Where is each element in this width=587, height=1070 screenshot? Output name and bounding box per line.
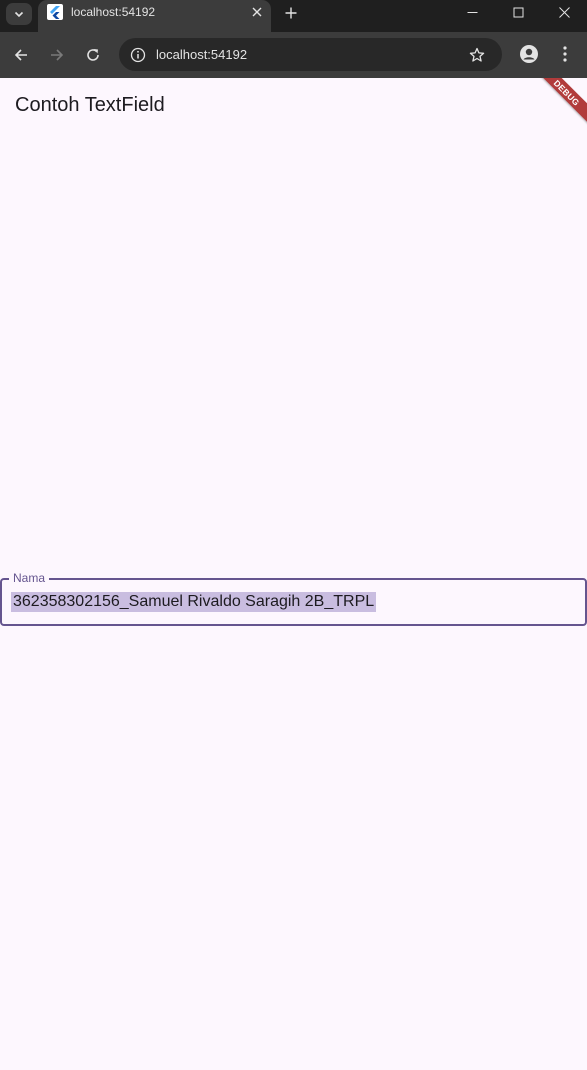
profile-button[interactable] — [517, 42, 541, 66]
window-close-button[interactable] — [541, 0, 587, 24]
address-bar[interactable]: localhost:54192 — [119, 38, 502, 71]
maximize-icon — [513, 7, 523, 17]
name-field-value[interactable]: 362358302156_Samuel Rivaldo Saragih 2B_T… — [11, 592, 377, 612]
star-icon — [469, 47, 485, 62]
minimize-icon — [467, 11, 477, 13]
tab-title: localhost:54192 — [71, 5, 156, 19]
bookmark-button[interactable] — [465, 43, 489, 67]
forward-button[interactable] — [43, 41, 71, 69]
back-button[interactable] — [7, 41, 35, 69]
browser-tab[interactable]: localhost:54192 — [38, 0, 271, 32]
tab-search-button[interactable] — [6, 3, 32, 25]
avatar-icon — [520, 45, 538, 63]
close-icon — [558, 6, 570, 18]
name-textfield[interactable]: Nama 362358302156_Samuel Rivaldo Saragih… — [0, 571, 587, 626]
arrow-left-icon — [14, 49, 27, 61]
info-icon — [130, 47, 146, 63]
close-icon — [252, 7, 262, 17]
browser-toolbar: localhost:54192 — [0, 32, 587, 78]
debug-banner: DEBUG — [532, 78, 587, 127]
app-page: Contoh TextField DEBUG Nama 362358302156… — [0, 78, 587, 1070]
app-bar-title: Contoh TextField — [15, 94, 165, 116]
reload-button[interactable] — [79, 41, 107, 69]
reload-icon — [87, 49, 99, 61]
site-info-button[interactable] — [126, 43, 150, 67]
tab-strip: localhost:54192 — [0, 0, 587, 32]
plus-icon — [285, 7, 297, 19]
chevron-down-icon — [14, 11, 24, 18]
name-field-label: Nama — [9, 571, 50, 585]
tab-close-button[interactable] — [248, 3, 266, 21]
url-text: localhost:54192 — [156, 47, 248, 62]
maximize-button[interactable] — [495, 0, 541, 24]
browser-menu-button[interactable] — [553, 42, 577, 66]
arrow-right-icon — [51, 49, 64, 61]
new-tab-button[interactable] — [280, 2, 302, 24]
more-vertical-icon — [563, 46, 567, 62]
minimize-button[interactable] — [449, 0, 495, 24]
flutter-favicon-icon — [47, 4, 63, 20]
